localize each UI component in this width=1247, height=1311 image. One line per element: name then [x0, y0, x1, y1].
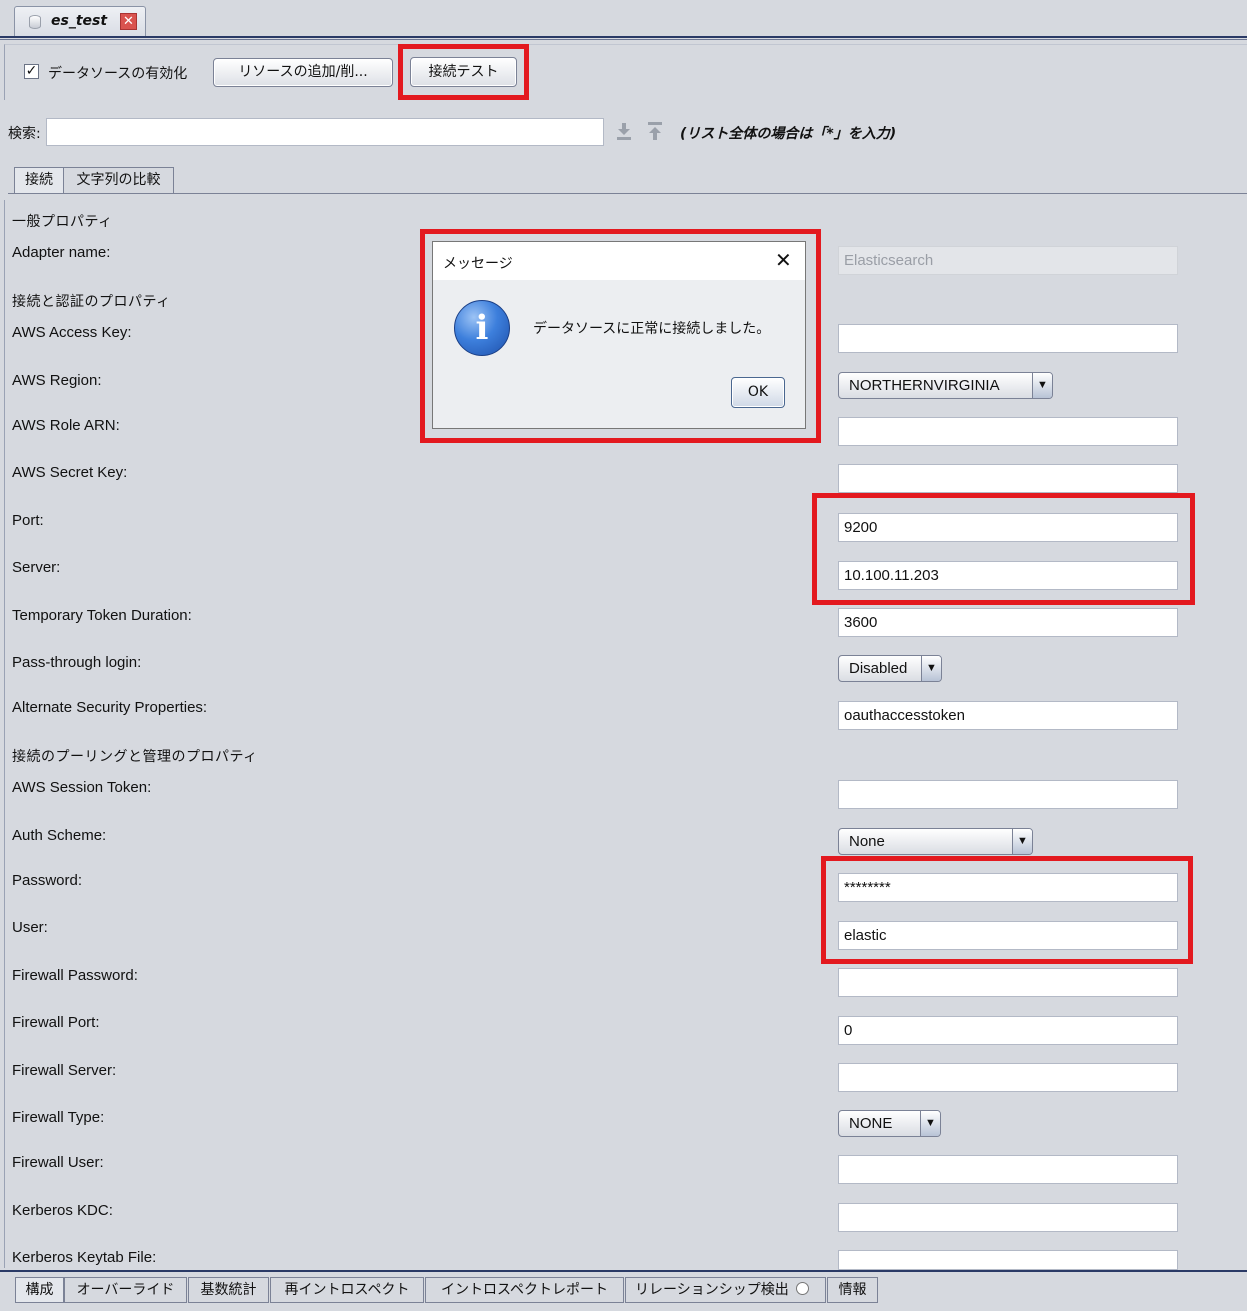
property-label-port: Port: — [12, 512, 44, 529]
bottom-tab-cardinality[interactable]: 基数統計 — [188, 1277, 269, 1303]
close-icon[interactable]: ✕ — [775, 248, 792, 272]
download-icon[interactable] — [616, 122, 632, 140]
property-label-firewall-password: Firewall Password: — [12, 967, 138, 984]
property-label-firewall-type: Firewall Type: — [12, 1109, 105, 1126]
database-icon — [29, 15, 41, 29]
search-hint: (リスト全体の場合は「*」を入力) — [680, 126, 897, 142]
bottom-tab-introspect-report[interactable]: イントロスペクトレポート — [425, 1277, 624, 1303]
document-tab-strip — [0, 0, 1247, 40]
bottom-tab-info[interactable]: 情報 — [827, 1277, 878, 1303]
kerberos-keytab-file-field[interactable] — [838, 1250, 1178, 1270]
property-label-aws-region: AWS Region: — [12, 372, 102, 389]
chevron-down-icon: ▼ — [921, 656, 941, 681]
bottom-tab-override[interactable]: オーバーライド — [64, 1277, 187, 1303]
chevron-down-icon: ▼ — [1012, 829, 1032, 854]
tab-string-comparison[interactable]: 文字列の比較 — [63, 167, 174, 193]
property-label-alternate-security: Alternate Security Properties: — [12, 699, 208, 716]
document-tab-title: es_test — [51, 13, 108, 29]
alternate-security-properties-field[interactable]: oauthaccesstoken — [838, 701, 1178, 730]
aws-role-arn-field[interactable] — [838, 417, 1178, 446]
section-connection-auth-properties: 接続と認証のプロパティ — [12, 294, 171, 310]
property-label-aws-session-token: AWS Session Token: — [12, 779, 152, 796]
property-label-kerberos-kdc: Kerberos KDC: — [12, 1202, 113, 1219]
bottom-tab-reintrospect[interactable]: 再イントロスペクト — [270, 1277, 424, 1303]
adapter-name-field: Elasticsearch — [838, 246, 1178, 275]
tab-divider-shadow — [0, 39, 1247, 40]
auth-scheme-select[interactable]: None ▼ — [838, 828, 1033, 855]
property-label-pass-through-login: Pass-through login: — [12, 654, 142, 671]
property-label-adapter-name: Adapter name: — [12, 244, 111, 261]
aws-region-value: NORTHERNVIRGINIA — [849, 377, 1000, 394]
highlight-box-password-user — [821, 856, 1193, 964]
radio-icon — [796, 1282, 810, 1295]
property-label-firewall-port: Firewall Port: — [12, 1014, 100, 1031]
bottom-tab-configuration[interactable]: 構成 — [15, 1277, 64, 1303]
aws-region-select[interactable]: NORTHERNVIRGINIA ▼ — [838, 372, 1053, 399]
aws-session-token-field[interactable] — [838, 780, 1178, 809]
bottom-tab-relationship-discovery[interactable]: リレーションシップ検出 — [625, 1277, 826, 1303]
tab-baseline — [8, 193, 1247, 194]
property-label-user: User: — [12, 919, 48, 936]
bottom-tab-relationship-discovery-label: リレーションシップ検出 — [635, 1282, 789, 1298]
aws-secret-key-field[interactable] — [838, 464, 1178, 493]
enable-datasource-label: データソースの有効化 — [48, 66, 188, 82]
connect-test-button[interactable]: 接続テスト — [410, 57, 517, 87]
ok-button[interactable]: OK — [731, 377, 785, 408]
upload-icon[interactable] — [647, 122, 663, 140]
bottom-tab-divider — [0, 1270, 1247, 1272]
toolbar — [4, 44, 1247, 100]
property-label-server: Server: — [12, 559, 61, 576]
firewall-type-value: NONE — [849, 1115, 893, 1132]
document-tab-es-test[interactable]: es_test ✕ — [14, 6, 146, 36]
auth-scheme-value: None — [849, 833, 885, 850]
dialog-title: メッセージ — [443, 256, 513, 272]
section-pooling-properties: 接続のプーリングと管理のプロパティ — [12, 749, 258, 765]
aws-access-key-field[interactable] — [838, 324, 1178, 353]
property-label-aws-role-arn: AWS Role ARN: — [12, 417, 120, 434]
enable-datasource-checkbox[interactable]: ✓ — [24, 64, 39, 79]
property-label-kerberos-keytab-file: Kerberos Keytab File: — [12, 1249, 157, 1266]
section-general-properties: 一般プロパティ — [12, 214, 113, 230]
info-icon: i — [454, 300, 510, 356]
search-input[interactable] — [46, 118, 604, 146]
pass-through-login-value: Disabled — [849, 660, 908, 677]
pass-through-login-select[interactable]: Disabled ▼ — [838, 655, 942, 682]
kerberos-kdc-field[interactable] — [838, 1203, 1178, 1232]
firewall-server-field[interactable] — [838, 1063, 1178, 1092]
firewall-password-field[interactable] — [838, 968, 1178, 997]
search-label: 検索: — [8, 126, 41, 142]
property-label-auth-scheme: Auth Scheme: — [12, 827, 107, 844]
close-icon[interactable]: ✕ — [120, 13, 137, 30]
temporary-token-duration-field[interactable]: 3600 — [838, 608, 1178, 637]
property-label-aws-access-key: AWS Access Key: — [12, 324, 132, 341]
property-label-aws-secret-key: AWS Secret Key: — [12, 464, 128, 481]
property-label-firewall-server: Firewall Server: — [12, 1062, 117, 1079]
firewall-type-select[interactable]: NONE ▼ — [838, 1110, 941, 1137]
property-label-temporary-token-duration: Temporary Token Duration: — [12, 607, 192, 624]
dialog-message: データソースに正常に接続しました。 — [533, 321, 771, 337]
property-label-password: Password: — [12, 872, 83, 889]
tab-divider — [0, 36, 1247, 38]
message-dialog: メッセージ ✕ i データソースに正常に接続しました。 OK — [432, 241, 806, 429]
property-label-firewall-user: Firewall User: — [12, 1154, 104, 1171]
chevron-down-icon: ▼ — [1032, 373, 1052, 398]
firewall-user-field[interactable] — [838, 1155, 1178, 1184]
chevron-down-icon: ▼ — [920, 1111, 940, 1136]
firewall-port-field[interactable]: 0 — [838, 1016, 1178, 1045]
add-remove-resources-button[interactable]: リソースの追加/削... — [213, 58, 393, 87]
tab-connection[interactable]: 接続 — [14, 167, 64, 193]
highlight-box-port-server — [812, 493, 1195, 605]
dialog-titlebar: メッセージ ✕ — [433, 242, 805, 280]
